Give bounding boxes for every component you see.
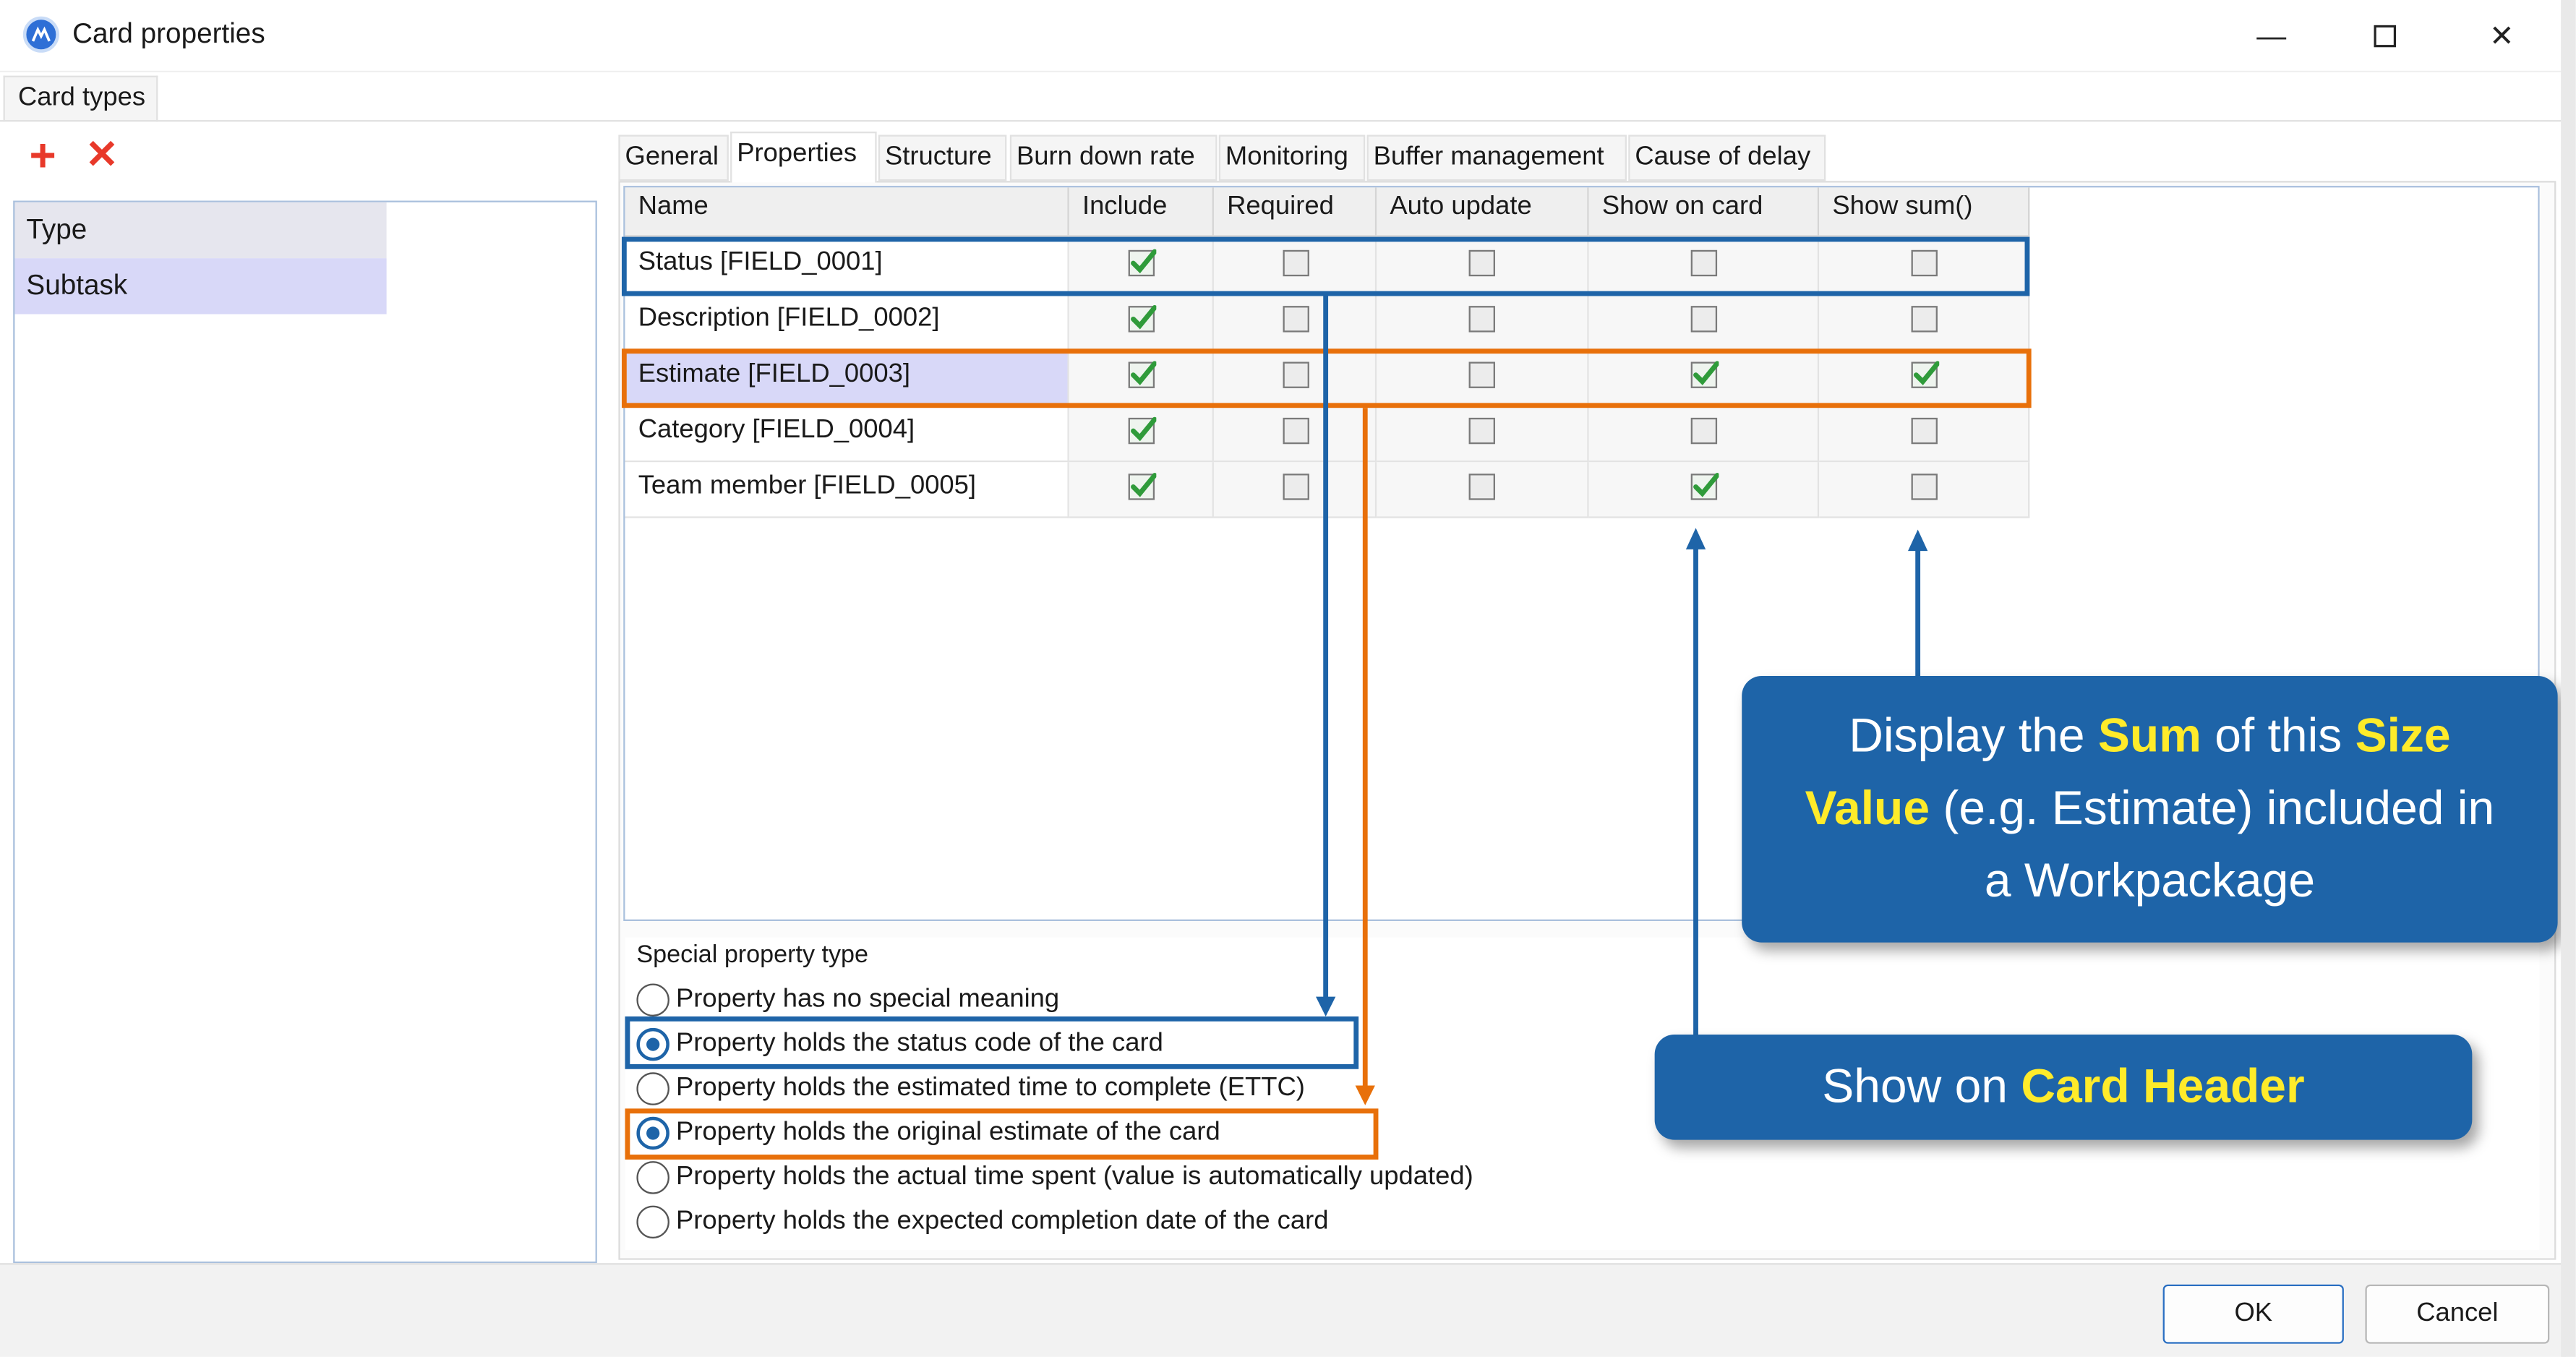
ok-button[interactable]: OK: [2162, 1284, 2344, 1344]
card-header-callout: Show on Card Header: [1654, 1034, 2473, 1140]
sum-callout-text-1: Display the: [1849, 710, 2098, 763]
sum-callout-text-3: (e.g. Estimate) included in a Workpackag…: [1930, 782, 2495, 908]
tab-properties[interactable]: Properties: [730, 132, 877, 183]
card-header-callout-text-1: Show on: [1822, 1061, 2021, 1114]
status-arrow-head: [1316, 996, 1336, 1016]
show-on-card-arrow-head: [1685, 528, 1706, 549]
cancel-button[interactable]: Cancel: [2365, 1284, 2550, 1344]
card-properties-window: Card properties — ✕ Card types + ✕ Type …: [0, 0, 2576, 1357]
sum-callout-text: Display the Sum of this Size Value (e.g.…: [1788, 701, 2512, 917]
sum-callout: Display the Sum of this Size Value (e.g.…: [1742, 676, 2558, 943]
show-sum-arrow-head: [1908, 529, 1928, 552]
window-edge-shadow: [2561, 0, 2576, 1357]
sum-callout-text-2: of this: [2201, 710, 2355, 763]
estimate-arrow-head: [1355, 1085, 1375, 1105]
sum-callout-highlight-sum: Sum: [2097, 710, 2201, 763]
card-header-callout-highlight: Card Header: [2021, 1061, 2305, 1114]
card-header-callout-text: Show on Card Header: [1822, 1051, 2304, 1123]
sum-callout-highlight-size: Size: [2355, 710, 2451, 763]
sum-callout-highlight-value: Value: [1805, 782, 1930, 836]
